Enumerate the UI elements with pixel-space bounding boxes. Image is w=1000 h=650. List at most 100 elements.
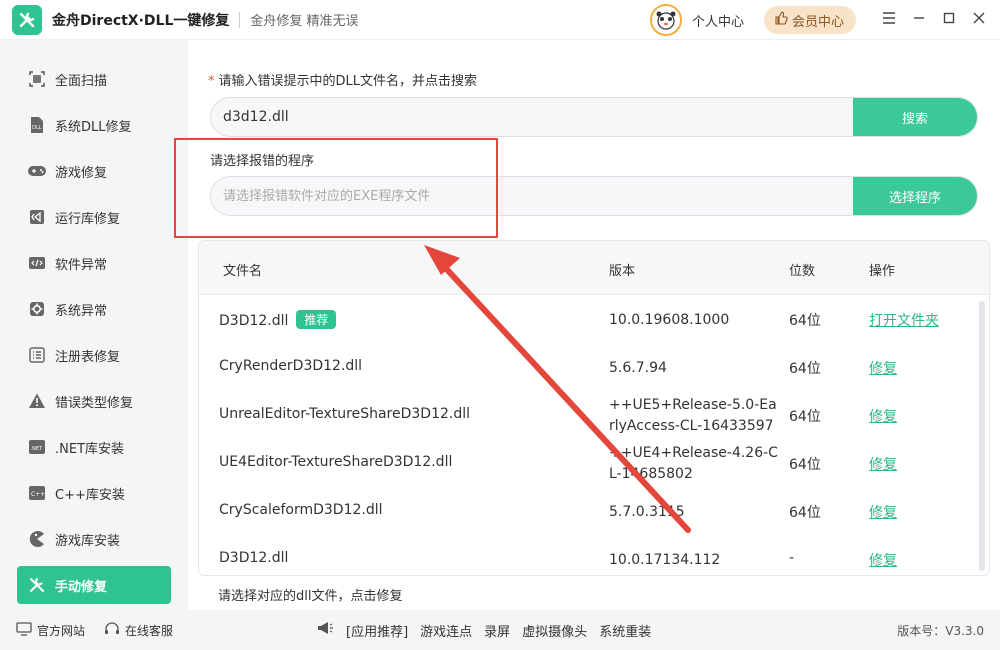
avatar[interactable] [649,4,682,36]
sidebar: 全面扫描 DLL 系统DLL修复 游戏修复 运行库修复 软件异常 系统异常 注册… [0,40,188,610]
file-version: 10.0.17134.112 [609,552,721,568]
sidebar-item-manual-repair[interactable]: 手动修复 [17,566,171,604]
sidebar-item-dotnet-install[interactable]: .NET .NET库安装 [17,428,171,466]
table-row[interactable]: CryRenderD3D12.dll 5.6.7.94 64位 修复 [199,343,989,391]
close-button[interactable] [964,0,994,40]
sidebar-item-registry-repair[interactable]: 注册表修复 [17,336,171,374]
dll-input-label-text: 请输入错误提示中的DLL文件名，并点击搜索 [218,74,478,89]
dotnet-icon: .NET [27,437,47,457]
table-row[interactable]: UE4Editor-TextureShareD3D12.dll ++UE4+Re… [199,439,989,487]
sidebar-item-label: 运行库修复 [55,211,121,227]
select-program-button[interactable]: 选择程序 [853,177,977,215]
sidebar-item-software-error[interactable]: 软件异常 [17,244,171,282]
website-label: 官方网站 [37,623,86,638]
megaphone-icon [316,621,334,639]
sidebar-item-label: 注册表修复 [55,349,121,365]
menu-button[interactable] [874,0,904,40]
sidebar-item-label: 错误类型修复 [55,395,134,411]
table-row[interactable]: D3D12.dll 推荐 10.0.19608.1000 64位 打开文件夹 [199,295,989,343]
header-filename: 文件名 [223,264,263,279]
open-folder-link[interactable]: 打开文件夹 [869,310,939,330]
main-panel: *请输入错误提示中的DLL文件名，并点击搜索 搜索 请选择报错的程序 选择程序 … [188,40,1000,610]
vip-center-button[interactable]: 会员中心 [763,6,856,34]
gear-icon [27,299,47,319]
minimize-button[interactable] [904,0,934,40]
sidebar-item-label: 系统异常 [55,303,108,319]
recommend-badge: 推荐 [296,310,337,329]
sidebar-item-cpp-install[interactable]: C++ C++库安装 [17,474,171,512]
file-version: 5.7.0.3115 [609,504,685,520]
thumbs-up-icon [774,11,788,29]
repair-link[interactable]: 修复 [869,454,897,474]
sidebar-item-game-repair[interactable]: 游戏修复 [17,152,171,190]
file-version: 10.0.19608.1000 [609,312,730,328]
sidebar-item-system-error[interactable]: 系统异常 [17,290,171,328]
website-link[interactable]: 官方网站 [16,621,86,639]
sidebar-item-label: 游戏库安装 [55,533,121,549]
svg-text:C++: C++ [31,491,45,498]
headset-icon [104,621,120,639]
repair-link[interactable]: 修复 [869,358,897,378]
repair-link[interactable]: 修复 [869,406,897,426]
file-version: 5.6.7.94 [609,360,667,376]
maximize-button[interactable] [934,0,964,40]
sidebar-item-runtime-repair[interactable]: 运行库修复 [17,198,171,236]
sidebar-item-label: 系统DLL修复 [55,119,132,135]
sidebar-item-system-dll[interactable]: DLL 系统DLL修复 [17,106,171,144]
file-version: ++UE4+Release-4.26-C L-14685802 [609,443,779,485]
repair-link[interactable]: 修复 [869,502,897,522]
sidebar-item-label: 手动修复 [55,579,108,595]
title-divider [239,11,241,28]
search-button[interactable]: 搜索 [853,98,977,136]
repair-link[interactable]: 修复 [869,550,897,570]
sidebar-item-game-library-install[interactable]: 游戏库安装 [17,520,171,558]
code-icon [27,253,47,273]
dll-input-label: * 请输入错误提示中的DLL文件名，并点击搜索 [208,70,477,89]
sidebar-item-label: .NET库安装 [55,441,125,457]
table-scrollbar[interactable] [979,301,985,571]
table-row[interactable]: D3D12.dll 10.0.17134.112 - 修复 [199,535,989,575]
file-name: UnrealEditor-TextureShareD3D12.dll [219,406,471,422]
app-slogan: 金舟修复 精准无误 [250,14,359,29]
virtual-camera-link[interactable]: 虚拟摄像头 [522,621,587,640]
dll-icon: DLL [27,115,47,135]
sidebar-item-label: 游戏修复 [55,165,108,181]
dll-results-table: 文件名 版本 位数 操作 D3D12.dll 推荐 10.0.19608.1000… [198,240,990,576]
svg-text:DLL: DLL [32,125,42,131]
online-service-link[interactable]: 在线客服 [104,621,174,639]
auto-clicker-link[interactable]: 游戏连点 [420,621,472,640]
file-version-line: L-14685802 [609,466,693,482]
cpp-icon: C++ [27,483,47,503]
file-version: ++UE5+Release-5.0-Ea rlyAccess-CL-1643359… [609,395,779,437]
title-bar: 金舟DirectX·DLL一键修复 金舟修复 精准无误 个人中心 会员中心 [0,0,1000,40]
screen-record-link[interactable]: 录屏 [484,621,510,640]
header-action: 操作 [869,264,896,279]
version-number: 版本号：V3.3.0 [897,623,984,638]
app-logo-icon [12,4,42,35]
sidebar-item-label: C++库安装 [55,487,125,503]
file-name: CryRenderD3D12.dll [219,358,363,374]
visual-studio-icon [27,207,47,227]
monitor-icon [16,621,32,639]
system-reinstall-link[interactable]: 系统重装 [599,621,651,640]
sidebar-item-label: 全面扫描 [55,73,108,89]
minimize-icon [913,12,925,28]
app-recommend-label: [应用推荐] [346,624,409,640]
header-bits: 位数 [789,264,816,279]
table-row[interactable]: CryScaleformD3D12.dll 5.7.0.3115 64位 修复 [199,487,989,535]
file-bits: 64位 [789,457,821,473]
table-row[interactable]: UnrealEditor-TextureShareD3D12.dll ++UE5… [199,391,989,439]
header-version: 版本 [609,264,636,279]
user-center-link[interactable]: 个人中心 [692,11,744,30]
bottom-bar: 官方网站 在线客服 [应用推荐] 游戏连点 录屏 虚拟摄像头 系统重装 版本号：… [0,610,1000,650]
sidebar-item-full-scan[interactable]: 全面扫描 [17,60,171,98]
close-icon [973,12,985,28]
sidebar-item-error-type-repair[interactable]: 错误类型修复 [17,382,171,420]
online-service-label: 在线客服 [125,623,174,638]
scan-icon [27,69,47,89]
highlight-box [174,138,498,238]
dll-name-input[interactable] [211,98,853,136]
file-bits: 64位 [789,505,821,521]
file-name: D3D12.dll [219,313,289,329]
app-title: 金舟DirectX·DLL一键修复 [52,12,230,29]
